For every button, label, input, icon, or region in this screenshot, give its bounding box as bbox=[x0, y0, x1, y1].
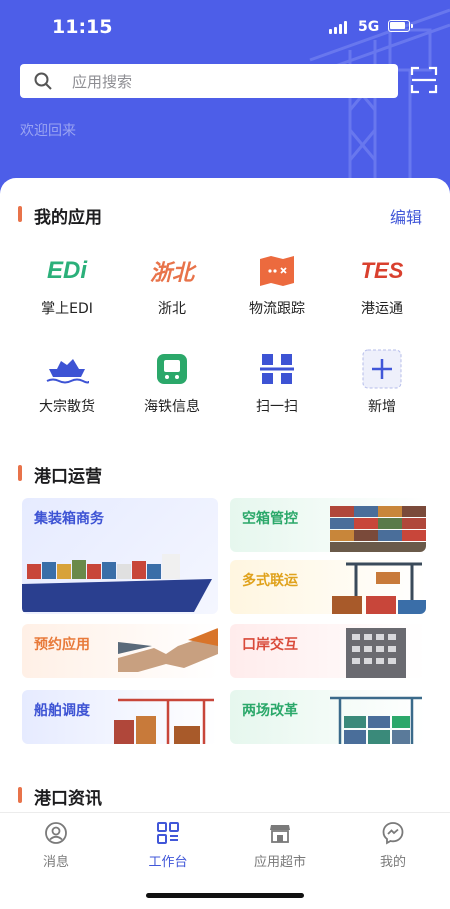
app-sea-rail-info[interactable]: 海铁信息 bbox=[122, 348, 222, 416]
tile-label: 空箱管控 bbox=[242, 511, 298, 527]
battery-icon bbox=[388, 20, 413, 32]
app-zhebei[interactable]: 浙北 浙北 bbox=[122, 250, 222, 318]
user-circle-icon bbox=[45, 822, 67, 844]
tile-label: 两场改革 bbox=[242, 703, 298, 719]
header-background: 11:15 5G 应用搜索 欢迎回来 bbox=[0, 0, 450, 200]
tile-label: 多式联运 bbox=[242, 573, 298, 589]
app-label: 掌上EDI bbox=[41, 301, 93, 317]
building-image bbox=[346, 628, 406, 678]
tes-logo: TES bbox=[360, 258, 404, 283]
search-icon bbox=[34, 72, 52, 90]
crane-container-image bbox=[332, 562, 426, 614]
home-indicator bbox=[146, 893, 304, 898]
edi-logo: EDi bbox=[46, 257, 87, 284]
tab-workbench[interactable]: 工作台 bbox=[118, 821, 218, 870]
status-time: 11:15 bbox=[52, 16, 113, 38]
tab-label: 我的 bbox=[379, 855, 406, 870]
app-gangyuntong[interactable]: TES 港运通 bbox=[332, 250, 432, 318]
app-scan[interactable]: 扫一扫 bbox=[227, 348, 327, 416]
messenger-icon bbox=[382, 822, 404, 845]
tile-multimodal-transport[interactable]: 多式联运 bbox=[230, 560, 426, 614]
tile-ship-dispatch[interactable]: 船舶调度 bbox=[22, 690, 218, 744]
tile-label: 船舶调度 bbox=[34, 703, 90, 719]
app-logistics-tracking[interactable]: 物流跟踪 bbox=[227, 250, 327, 318]
cargo-ship-image bbox=[22, 554, 212, 612]
tab-label: 应用超市 bbox=[253, 855, 306, 870]
app-bulk-cargo[interactable]: 大宗散货 bbox=[17, 348, 117, 416]
tile-empty-container-control[interactable]: 空箱管控 bbox=[230, 498, 426, 552]
app-label: 物流跟踪 bbox=[249, 301, 305, 317]
tab-me[interactable]: 我的 bbox=[343, 821, 443, 870]
tab-label: 消息 bbox=[42, 855, 69, 870]
tile-two-yard-reform[interactable]: 两场改革 bbox=[230, 690, 426, 744]
zhebei-logo: 浙北 bbox=[149, 261, 194, 286]
port-crane-image bbox=[114, 698, 214, 744]
tile-label: 集装箱商务 bbox=[34, 511, 104, 527]
app-label: 新增 bbox=[368, 399, 396, 415]
scan-icon[interactable] bbox=[410, 66, 438, 94]
app-label: 港运通 bbox=[361, 301, 403, 317]
content-card: 我的应用 编辑 EDi 掌上EDI 浙北 浙北 物流跟踪 TES 港运通 大宗散… bbox=[0, 178, 450, 818]
tile-label: 预约应用 bbox=[34, 637, 90, 653]
store-icon bbox=[270, 825, 290, 843]
app-add[interactable]: 新增 bbox=[332, 348, 432, 416]
port-ops-title: 港口运营 bbox=[18, 462, 102, 487]
my-apps-title: 我的应用 bbox=[18, 203, 102, 228]
app-label: 浙北 bbox=[158, 301, 186, 317]
search-input[interactable]: 应用搜索 bbox=[20, 64, 398, 98]
tab-app-market[interactable]: 应用超市 bbox=[230, 821, 330, 870]
plus-icon bbox=[362, 349, 402, 389]
port-news-title: 港口资讯 bbox=[18, 784, 102, 809]
tile-label: 口岸交互 bbox=[242, 637, 298, 653]
app-label: 扫一扫 bbox=[256, 399, 298, 415]
network-type: 5G bbox=[358, 19, 380, 35]
handshake-image bbox=[118, 628, 218, 672]
scan-icon bbox=[260, 354, 294, 384]
app-label: 海铁信息 bbox=[144, 399, 200, 415]
welcome-text: 欢迎回来 bbox=[20, 123, 76, 139]
ship-icon bbox=[46, 359, 89, 384]
map-icon bbox=[260, 256, 294, 286]
edit-button[interactable]: 编辑 bbox=[390, 204, 422, 228]
search-placeholder: 应用搜索 bbox=[72, 73, 133, 91]
signal-icon bbox=[329, 20, 347, 34]
app-label: 大宗散货 bbox=[39, 399, 95, 415]
tile-port-interaction[interactable]: 口岸交互 bbox=[230, 624, 426, 678]
app-edi[interactable]: EDi 掌上EDI bbox=[17, 250, 117, 318]
tab-messages[interactable]: 消息 bbox=[6, 821, 106, 870]
container-yard-image bbox=[330, 696, 422, 744]
grid-icon bbox=[157, 822, 179, 844]
train-icon bbox=[157, 354, 187, 384]
status-bar: 11:15 5G bbox=[0, 16, 450, 42]
container-stack-image bbox=[330, 506, 426, 552]
tab-label: 工作台 bbox=[148, 855, 188, 870]
tile-container-business[interactable]: 集装箱商务 bbox=[22, 498, 218, 614]
tile-appointment[interactable]: 预约应用 bbox=[22, 624, 218, 678]
